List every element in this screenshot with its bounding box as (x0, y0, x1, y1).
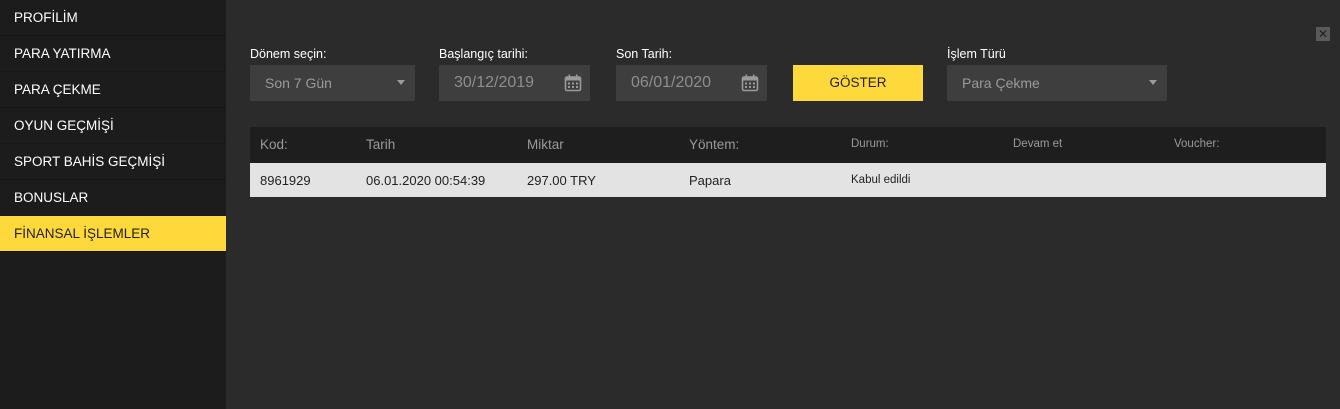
close-icon[interactable]: ✕ (1316, 27, 1330, 41)
cell-amount: 297.00 TRY (527, 173, 596, 188)
calendar-icon[interactable] (564, 74, 582, 92)
sidebar-item-financial-transactions[interactable]: FİNANSAL İŞLEMLER (0, 216, 226, 252)
start-date-input[interactable]: 30/12/2019 (439, 65, 590, 101)
sidebar-item-sport-bet-history[interactable]: SPORT BAHİS GEÇMİŞİ (0, 144, 226, 180)
start-date-label: Başlangıç tarihi: (439, 47, 528, 61)
period-label: Dönem seçin: (250, 47, 327, 61)
sidebar-item-withdraw[interactable]: PARA ÇEKME (0, 72, 226, 108)
cell-method: Papara (689, 173, 731, 188)
end-date-input[interactable]: 06/01/2020 (616, 65, 767, 101)
transaction-type-value: Para Çekme (962, 75, 1040, 91)
period-select-value: Son 7 Gün (265, 75, 332, 91)
column-header-status: Durum: (851, 138, 889, 150)
sidebar-item-game-history[interactable]: OYUN GEÇMİŞİ (0, 108, 226, 144)
sidebar-item-deposit[interactable]: PARA YATIRMA (0, 36, 226, 72)
transaction-type-label: İşlem Türü (947, 47, 1006, 61)
table-row[interactable]: 8961929 06.01.2020 00:54:39 297.00 TRY P… (250, 163, 1326, 197)
table-header: Kod: Tarih Miktar Yöntem: Durum: Devam e… (250, 127, 1326, 163)
transaction-type-select[interactable]: Para Çekme (947, 65, 1167, 101)
sidebar-item-bonuses[interactable]: BONUSLAR (0, 180, 226, 216)
column-header-continue: Devam et (1013, 138, 1063, 150)
column-header-method: Yöntem: (689, 137, 740, 152)
sidebar: PROFİLİM PARA YATIRMA PARA ÇEKME OYUN GE… (0, 0, 226, 409)
period-select[interactable]: Son 7 Gün (250, 65, 415, 101)
start-date-value: 30/12/2019 (454, 74, 535, 91)
show-button[interactable]: GÖSTER (793, 65, 923, 101)
chevron-down-icon (397, 80, 405, 85)
calendar-icon[interactable] (741, 74, 759, 92)
column-header-code: Kod: (260, 137, 288, 152)
cell-code: 8961929 (260, 173, 311, 188)
end-date-label: Son Tarih: (616, 47, 673, 61)
column-header-amount: Miktar (527, 137, 564, 152)
sidebar-item-profile[interactable]: PROFİLİM (0, 0, 226, 36)
column-header-date: Tarih (366, 137, 396, 152)
cell-status: Kabul edildi (851, 174, 911, 186)
end-date-value: 06/01/2020 (631, 74, 712, 91)
chevron-down-icon (1149, 80, 1157, 85)
cell-date: 06.01.2020 00:54:39 (366, 173, 486, 188)
column-header-voucher: Voucher: (1174, 138, 1220, 150)
